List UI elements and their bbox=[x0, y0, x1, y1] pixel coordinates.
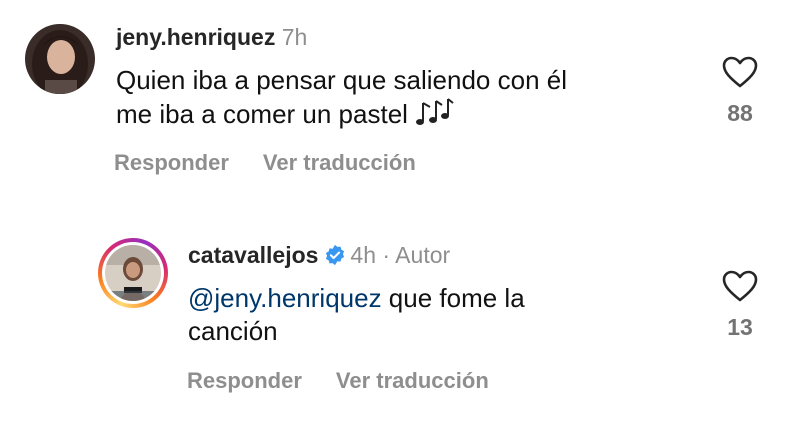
story-ring[interactable] bbox=[98, 238, 168, 308]
music-notes-icon bbox=[414, 97, 454, 137]
like-control: 13 bbox=[705, 270, 775, 341]
verified-badge-icon bbox=[324, 244, 346, 272]
username[interactable]: jeny.henriquez bbox=[116, 24, 275, 50]
comment-header: catavallejos 4h · Autor bbox=[188, 242, 450, 272]
comment-actions: Responder Ver traducción bbox=[187, 368, 523, 394]
timestamp: 4h bbox=[350, 242, 377, 268]
comment-text: Quien iba a pensar que saliendo con él m… bbox=[116, 64, 696, 137]
comment-actions: Responder Ver traducción bbox=[114, 150, 450, 176]
comment-text-line: me iba a comer un pastel bbox=[116, 97, 696, 137]
profile-photo bbox=[25, 24, 95, 94]
author-tag: · Autor bbox=[382, 242, 451, 268]
comment-header: jeny.henriquez 7h bbox=[116, 24, 307, 51]
mention-link[interactable]: @jeny.henriquez bbox=[188, 283, 382, 313]
translate-button[interactable]: Ver traducción bbox=[336, 368, 489, 393]
heart-icon[interactable] bbox=[722, 56, 758, 88]
avatar[interactable] bbox=[25, 24, 95, 94]
like-control: 88 bbox=[705, 56, 775, 127]
timestamp: 7h bbox=[281, 24, 308, 50]
avatar bbox=[105, 245, 161, 301]
heart-icon[interactable] bbox=[722, 270, 758, 302]
like-count: 13 bbox=[727, 314, 753, 340]
comment-item: jeny.henriquez 7h Quien iba a pensar que… bbox=[0, 0, 800, 200]
username[interactable]: catavallejos bbox=[188, 242, 318, 268]
translate-button[interactable]: Ver traducción bbox=[263, 150, 416, 175]
comment-text-line: @jeny.henriquez que fome la bbox=[188, 283, 525, 313]
comment-text-line: canción bbox=[188, 316, 278, 346]
like-count: 88 bbox=[727, 100, 753, 126]
comment-text-line: Quien iba a pensar que saliendo con él bbox=[116, 65, 567, 95]
reply-button[interactable]: Responder bbox=[187, 368, 302, 393]
reply-button[interactable]: Responder bbox=[114, 150, 229, 175]
profile-photo bbox=[105, 245, 161, 301]
reply-comment-item: catavallejos 4h · Autor @jeny.henriquez q… bbox=[0, 220, 800, 420]
comment-text: @jeny.henriquez que fome la canción bbox=[188, 282, 688, 348]
